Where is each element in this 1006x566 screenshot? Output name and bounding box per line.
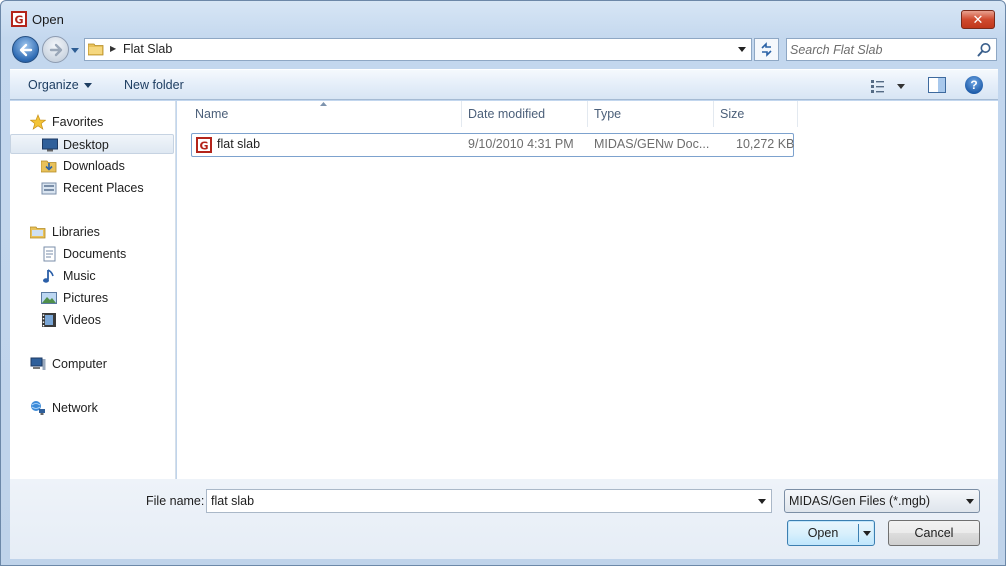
forward-button[interactable]: [42, 36, 69, 63]
nav-documents[interactable]: Documents: [41, 244, 171, 264]
column-type-label: Type: [594, 107, 622, 121]
nav-pictures[interactable]: Pictures: [41, 288, 171, 308]
file-size: 10,272 KB: [736, 137, 795, 151]
nav-recent-places-label: Recent Places: [63, 181, 144, 195]
nav-favorites[interactable]: Favorites: [30, 112, 170, 132]
title-bar[interactable]: G Open ✕: [1, 1, 1005, 37]
change-view-icon[interactable]: [870, 78, 910, 94]
close-button[interactable]: ✕: [961, 10, 995, 29]
videos-icon: [42, 313, 56, 327]
open-button[interactable]: Open: [787, 520, 875, 546]
forward-arrow-icon: [49, 43, 63, 57]
nav-pictures-label: Pictures: [63, 291, 109, 305]
column-header-date[interactable]: Date modified: [462, 101, 588, 127]
nav-libraries-label: Libraries: [52, 225, 100, 239]
file-name-label: File name:: [146, 494, 205, 508]
nav-desktop[interactable]: Desktop: [10, 134, 174, 154]
open-dialog: G Open ✕ ▶ Flat Slab Search Flat Slab Or…: [0, 0, 1006, 566]
organize-button[interactable]: Organize: [28, 78, 92, 92]
nav-videos[interactable]: Videos: [41, 310, 171, 330]
chevron-down-icon: [83, 83, 92, 89]
column-header-size[interactable]: Size: [714, 101, 798, 127]
navigation-pane: Favorites Desktop Downloads Recent Place…: [10, 101, 176, 479]
libraries-icon: [30, 226, 46, 239]
breadcrumb-folder[interactable]: Flat Slab: [123, 42, 172, 56]
help-icon[interactable]: ?: [965, 76, 983, 94]
column-date-label: Date modified: [468, 107, 546, 121]
split-divider: [858, 524, 859, 542]
recent-places-icon: [41, 182, 57, 195]
search-icon[interactable]: [977, 42, 992, 57]
back-arrow-icon: [19, 43, 33, 57]
file-type: MIDAS/GENw Doc...: [594, 137, 710, 151]
file-name-input[interactable]: [211, 492, 741, 510]
star-icon: [30, 114, 46, 130]
breadcrumb-separator-icon[interactable]: ▶: [110, 44, 116, 53]
file-list: Name Date modified Type Size G flat slab…: [177, 101, 998, 479]
pictures-icon: [41, 292, 57, 304]
nav-music[interactable]: Music: [41, 266, 171, 286]
nav-computer[interactable]: Computer: [30, 354, 170, 374]
cancel-button[interactable]: Cancel: [888, 520, 980, 546]
svg-text:G: G: [14, 14, 23, 27]
file-type-filter-select[interactable]: MIDAS/Gen Files (*.mgb): [784, 489, 980, 513]
nav-network-label: Network: [52, 401, 98, 415]
folder-icon: [88, 43, 104, 56]
nav-music-label: Music: [63, 269, 96, 283]
preview-pane-icon[interactable]: [928, 77, 946, 93]
column-header-type[interactable]: Type: [588, 101, 714, 127]
chevron-down-icon[interactable]: [863, 531, 871, 536]
refresh-icon: [761, 42, 772, 57]
network-icon: [31, 401, 45, 415]
downloads-folder-icon: [41, 160, 57, 173]
column-size-label: Size: [720, 107, 745, 121]
desktop-icon: [42, 138, 58, 152]
nav-downloads-label: Downloads: [63, 159, 125, 173]
open-button-label: Open: [807, 526, 839, 540]
nav-favorites-label: Favorites: [52, 115, 104, 129]
file-row[interactable]: G flat slab 9/10/2010 4:31 PM MIDAS/GENw…: [191, 133, 794, 157]
new-folder-button[interactable]: New folder: [124, 78, 184, 92]
file-name: flat slab: [217, 137, 261, 151]
sort-ascending-icon: [320, 102, 327, 106]
nav-documents-label: Documents: [63, 247, 127, 261]
svg-text:G: G: [199, 140, 208, 153]
documents-icon: [43, 246, 56, 262]
computer-icon: [30, 357, 46, 370]
search-box[interactable]: [786, 38, 997, 61]
chevron-down-icon[interactable]: [758, 499, 766, 504]
window-title: Open: [32, 12, 64, 27]
nav-libraries[interactable]: Libraries: [30, 222, 170, 242]
midas-file-icon: G: [196, 137, 212, 153]
chevron-down-icon: [738, 47, 746, 52]
nav-videos-label: Videos: [63, 313, 101, 327]
nav-computer-label: Computer: [52, 357, 107, 371]
refresh-button[interactable]: [754, 38, 779, 61]
bottom-panel: File name: MIDAS/Gen Files (*.mgb) Open …: [10, 479, 998, 559]
nav-desktop-label: Desktop: [63, 138, 109, 152]
file-type-filter-value: MIDAS/Gen Files (*.mgb): [789, 494, 931, 508]
search-input[interactable]: [790, 40, 970, 59]
column-name-label: Name: [195, 107, 229, 121]
recent-pages-dropdown-icon[interactable]: [70, 45, 80, 55]
nav-recent-places[interactable]: Recent Places: [41, 178, 171, 198]
music-note-icon: [43, 269, 54, 283]
address-bar[interactable]: ▶ Flat Slab: [84, 38, 752, 61]
nav-network[interactable]: Network: [30, 398, 170, 418]
chevron-down-icon: [966, 499, 974, 504]
nav-downloads[interactable]: Downloads: [41, 156, 171, 176]
address-dropdown-button[interactable]: [733, 39, 751, 60]
organize-label: Organize: [28, 78, 79, 92]
file-name-combobox[interactable]: [206, 489, 772, 513]
column-headers: Name Date modified Type Size: [177, 101, 798, 127]
command-bar: Organize New folder ?: [10, 69, 998, 100]
back-button[interactable]: [12, 36, 39, 63]
file-date-modified: 9/10/2010 4:31 PM: [468, 137, 574, 151]
midas-app-icon: G: [11, 11, 27, 27]
